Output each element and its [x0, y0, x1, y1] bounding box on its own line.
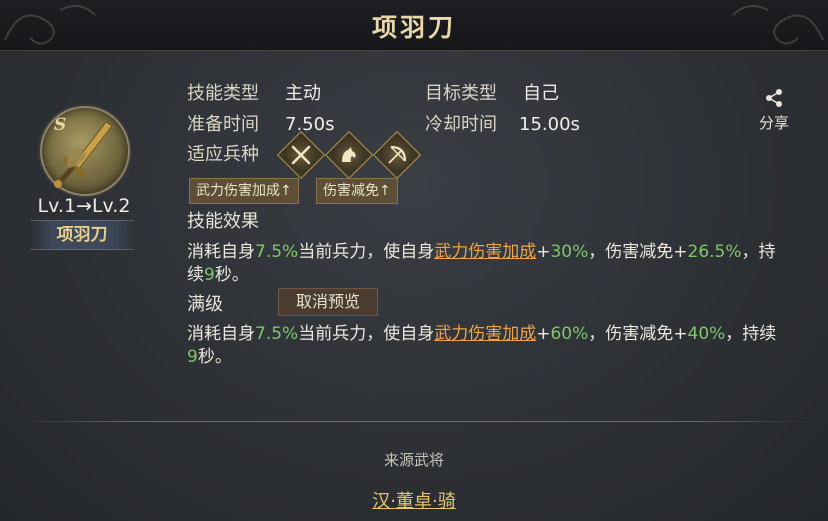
- page-title: 项羽刀: [371, 13, 456, 42]
- skill-type-value: 主动: [285, 83, 321, 104]
- source-general-label: 来源武将: [383, 451, 444, 469]
- skill-grade: S: [54, 115, 67, 135]
- skill-effect-text: 消耗自身7.5%当前兵力，使自身武力伤害加成+30%，伤害减免+26.5%，持续…: [187, 241, 817, 287]
- effect-value: 40%: [687, 324, 726, 344]
- effect-text: ，持续: [725, 324, 777, 344]
- effect-value: 9: [204, 265, 215, 285]
- effect-text: 续: [187, 265, 204, 285]
- share-icon: [766, 89, 782, 107]
- buff-tag-force-damage: 武力伤害加成↑: [189, 178, 299, 204]
- max-level-label: 满级: [187, 294, 223, 315]
- effect-text: +: [536, 242, 551, 262]
- bow-icon[interactable]: [372, 130, 422, 180]
- prep-time-label: 准备时间: [187, 114, 259, 135]
- target-type-label: 目标类型: [425, 83, 497, 104]
- header-bar: 项羽刀: [0, 0, 828, 51]
- troop-type-label: 适应兵种: [187, 144, 259, 165]
- source-general-link[interactable]: 汉·董卓·骑: [0, 487, 828, 513]
- skill-name-badge: 项羽刀: [30, 220, 134, 250]
- effect-text: 消耗自身: [187, 242, 255, 262]
- effect-value: 9: [187, 347, 198, 367]
- effect-text: 当前兵力，使自身: [298, 324, 435, 344]
- effect-text: ，伤害减免+: [588, 324, 688, 344]
- level-text: Lv.1→Lv.2: [37, 195, 131, 217]
- crossed-spears-icon[interactable]: [276, 130, 326, 180]
- force-damage-link[interactable]: 武力伤害加成: [434, 324, 536, 344]
- effect-text: 消耗自身: [187, 324, 255, 344]
- share-label: 分享: [758, 114, 789, 132]
- effect-text: 当前兵力，使自身: [298, 242, 435, 262]
- cancel-preview-button[interactable]: 取消预览: [278, 288, 378, 316]
- effect-text: +: [536, 324, 551, 344]
- buff-tag-damage-reduction: 伤害减免↑: [316, 178, 398, 204]
- max-level-effect-text: 消耗自身7.5%当前兵力，使自身武力伤害加成+60%，伤害减免+40%，持续 9秒…: [187, 323, 817, 369]
- effect-value: 7.5%: [255, 242, 299, 262]
- skill-icon: S: [40, 106, 130, 196]
- effect-text: 秒。: [197, 347, 232, 367]
- prep-time-value: 7.50s: [285, 114, 335, 135]
- skill-type-label: 技能类型: [187, 83, 259, 104]
- horse-icon[interactable]: [324, 130, 374, 180]
- skill-detail-panel: 项羽刀 S Lv.1→Lv.2 项羽刀 技能类型 主动 目标类型 自己 准备时间…: [0, 0, 828, 521]
- effect-value: 7.5%: [255, 324, 299, 344]
- effect-text: ，持: [741, 242, 776, 262]
- effect-text: 秒。: [214, 265, 249, 285]
- effect-value: 30%: [550, 242, 589, 262]
- effect-text: ，伤害减免+: [588, 242, 688, 262]
- effect-value: 26.5%: [687, 242, 742, 262]
- effect-value: 60%: [550, 324, 589, 344]
- cooldown-value: 15.00s: [519, 114, 580, 135]
- force-damage-link[interactable]: 武力伤害加成: [434, 242, 536, 262]
- divider: [16, 421, 812, 422]
- cooldown-label: 冷却时间: [425, 114, 497, 135]
- skill-effect-label: 技能效果: [187, 211, 259, 232]
- share-button[interactable]: 分享: [752, 88, 796, 133]
- target-type-value: 自己: [523, 83, 559, 104]
